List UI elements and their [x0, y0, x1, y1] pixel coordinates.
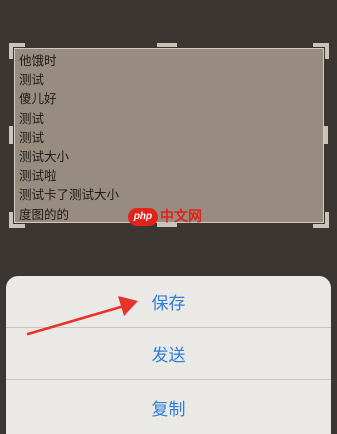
text-line: 测试	[19, 110, 45, 126]
text-line: 测试卡了测试大小	[19, 187, 120, 203]
crop-handle-bottom-left[interactable]	[9, 212, 25, 228]
crop-handle-top-left[interactable]	[9, 43, 25, 59]
crop-handle-top-right[interactable]	[313, 43, 329, 59]
send-button[interactable]: 发送	[6, 328, 331, 379]
php-watermark-logo: php 中文网	[128, 206, 210, 228]
action-sheet: 保存 发送 复制	[6, 276, 331, 434]
screen: 他饿时 测试 傻儿好 测试 测试 测试大小 测试啦 测试卡了测试大小 度图的的 …	[0, 0, 337, 434]
copy-button[interactable]: 复制	[6, 380, 331, 434]
image-text: 他饿时 测试 傻儿好 测试 测试 测试大小 测试啦 测试卡了测试大小 度图的的	[19, 51, 319, 224]
crop-handle-bottom-right[interactable]	[313, 212, 329, 228]
save-button[interactable]: 保存	[6, 276, 331, 327]
watermark-badge: php	[128, 208, 158, 226]
crop-handle-left[interactable]	[9, 126, 13, 144]
crop-handle-right[interactable]	[324, 126, 328, 144]
text-line: 傻儿好	[19, 91, 57, 107]
crop-handle-top[interactable]	[157, 43, 177, 47]
text-line: 测试啦	[19, 168, 57, 184]
crop-image-area[interactable]: 他饿时 测试 傻儿好 测试 测试 测试大小 测试啦 测试卡了测试大小 度图的的	[14, 48, 324, 223]
text-line: 测试大小	[19, 149, 70, 165]
text-line: 测试	[19, 72, 45, 88]
watermark-text: 中文网	[160, 209, 202, 225]
text-line: 测试	[19, 129, 45, 145]
text-line: 他饿时	[19, 53, 57, 68]
